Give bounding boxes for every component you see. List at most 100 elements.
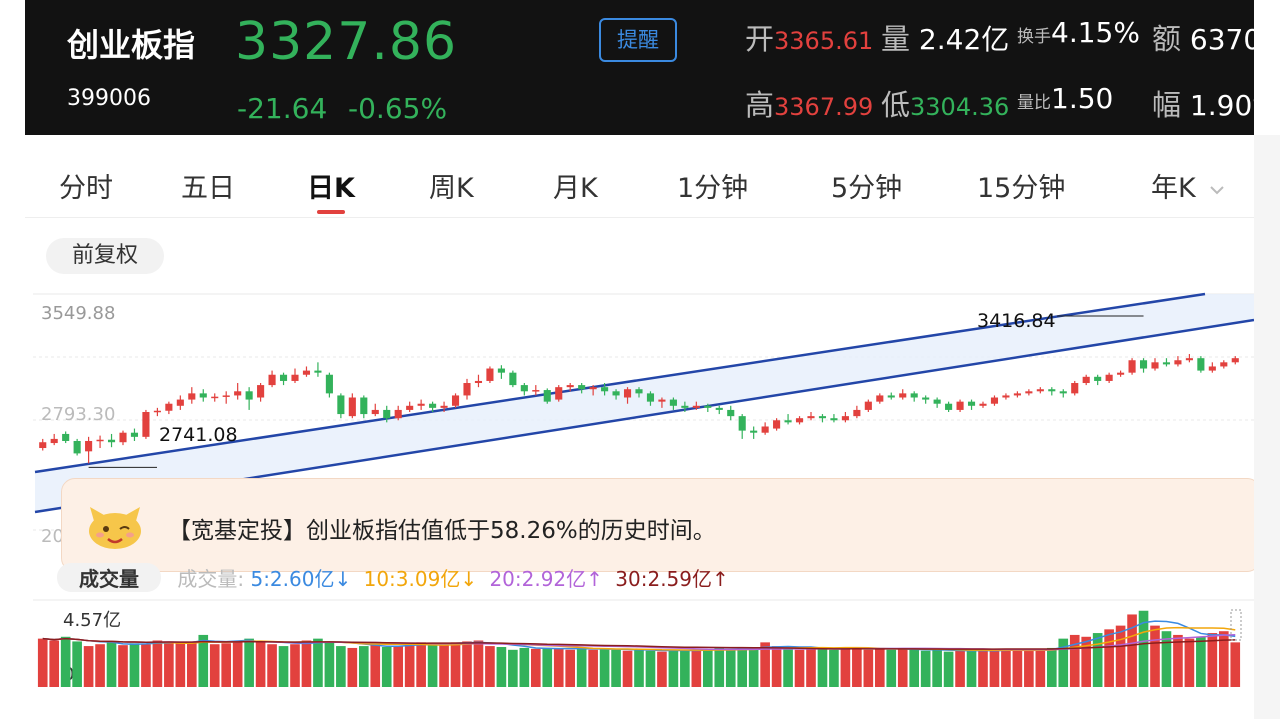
tab-yearly-k[interactable]: 年K — [1151, 166, 1226, 205]
volume-bar — [1046, 647, 1057, 687]
alert-button[interactable]: 提醒 — [599, 18, 677, 62]
volume-bar — [553, 648, 564, 687]
max-annotation-label: 3416.84 — [977, 310, 1056, 332]
volume-bar — [909, 649, 920, 687]
candle-body — [715, 407, 723, 410]
candle-body — [417, 403, 425, 406]
candle-body — [451, 395, 460, 406]
candle-body — [555, 387, 563, 400]
index-name: 创业板指 — [67, 26, 196, 64]
open-value: 3365.61 — [774, 27, 874, 55]
volume-bar — [301, 640, 312, 687]
tab-monthly-k[interactable]: 月K — [553, 166, 598, 205]
candle-body — [830, 418, 838, 421]
volume-bar — [141, 644, 151, 687]
candle-body — [234, 391, 242, 396]
candle-body — [853, 409, 861, 417]
candle-body — [1185, 358, 1193, 361]
volume-bar — [381, 647, 392, 687]
candle-body — [1036, 389, 1044, 392]
dingtou-banner[interactable]: 【宽基定投】创业板指估值低于58.26%的历史时间。 — [61, 478, 1254, 572]
tab-intraday[interactable]: 分时 — [59, 166, 113, 205]
stat-turnover: 换手4.15% — [1017, 16, 1140, 49]
volume-bar — [840, 647, 851, 687]
volume-bar — [978, 649, 988, 687]
candle-body — [107, 439, 116, 443]
volume-bar — [439, 644, 449, 687]
candle-body — [130, 432, 139, 437]
volume-bar — [450, 642, 461, 687]
candle-body — [646, 393, 655, 402]
volume-bar — [416, 642, 426, 687]
candle-body — [1059, 391, 1067, 394]
candle-body — [1025, 391, 1033, 394]
candle-body — [956, 401, 964, 410]
candle-body — [922, 397, 930, 400]
candle-body — [440, 405, 448, 408]
volume-bar — [783, 647, 793, 687]
volume-bar — [508, 649, 518, 687]
candle-body — [864, 401, 872, 410]
tab-five-day[interactable]: 五日 — [181, 166, 235, 205]
volume-bar — [599, 648, 610, 687]
candle-body — [188, 393, 196, 400]
volume-bar — [725, 649, 736, 687]
volume-indicator-tag[interactable]: 成交量 — [57, 563, 161, 592]
candle-body — [773, 420, 781, 429]
tab-15min[interactable]: 15分钟 — [977, 166, 1065, 205]
candle-body — [1128, 360, 1136, 373]
volume-ma-bar: 成交量 成交量: 5:2.60亿↓ 10:3.09亿↓ 20:2.92亿↑ 30… — [57, 563, 729, 593]
volume-bar — [267, 644, 277, 687]
volume-bar — [485, 646, 495, 687]
candle-body — [302, 370, 311, 375]
period-tabs: 分时 五日 日K 周K 月K 1分钟 5分钟 15分钟 年K — [25, 148, 1254, 218]
candle-body — [291, 374, 299, 381]
candle-body — [429, 403, 437, 408]
volume-bar — [175, 643, 186, 687]
volume-bar — [771, 646, 782, 687]
candle-body — [1231, 358, 1239, 363]
volume-bar — [1012, 648, 1023, 687]
tab-weekly-k[interactable]: 周K — [429, 166, 474, 205]
stat-high: 高3367.99 — [745, 82, 873, 124]
candle-body — [967, 401, 976, 406]
candle-body — [899, 393, 907, 398]
amplitude-label: 幅 — [1152, 88, 1182, 122]
candle-body — [979, 403, 987, 406]
app-screen: 创业板指 399006 3327.86 -21.64 -0.65% 提醒 开33… — [25, 0, 1254, 719]
volume-bar — [611, 649, 621, 687]
candle-body — [1174, 360, 1182, 365]
volume-bar — [1184, 638, 1195, 687]
candle-body — [945, 403, 953, 410]
volume-bar — [347, 647, 358, 687]
candle-body — [50, 438, 58, 444]
candle-body — [1094, 376, 1102, 381]
candle-body — [85, 440, 93, 452]
candle-body — [612, 391, 620, 396]
stat-amplitude: 幅 1.90% — [1152, 82, 1254, 124]
volume-bar — [737, 647, 748, 687]
volume-bar — [920, 650, 931, 687]
volume-ma5-arrow: ↓ — [334, 567, 352, 591]
candle-body — [1162, 362, 1171, 365]
min-annotation-label: 2741.08 — [159, 424, 238, 446]
y-axis-top-label: 3549.88 — [41, 303, 115, 324]
volume-bar — [897, 648, 908, 687]
volume-bar — [255, 642, 266, 687]
page-scrollbar[interactable] — [1254, 135, 1280, 719]
volume-bar — [129, 643, 140, 687]
volume-bar — [370, 644, 381, 687]
tab-daily-k[interactable]: 日K — [307, 166, 355, 205]
volume-bar — [152, 640, 163, 687]
candle-body — [1117, 372, 1125, 375]
candle-body — [222, 395, 230, 397]
index-code: 399006 — [67, 86, 151, 111]
volume-ratio-value: 1.50 — [1051, 82, 1114, 115]
adjust-selector[interactable]: 前复权 — [46, 238, 164, 274]
candle-body — [497, 368, 505, 373]
volume-bar — [943, 651, 954, 687]
tab-1min[interactable]: 1分钟 — [677, 166, 748, 205]
candle-body — [406, 405, 414, 410]
volume-bar — [1196, 636, 1206, 687]
tab-5min[interactable]: 5分钟 — [831, 166, 902, 205]
